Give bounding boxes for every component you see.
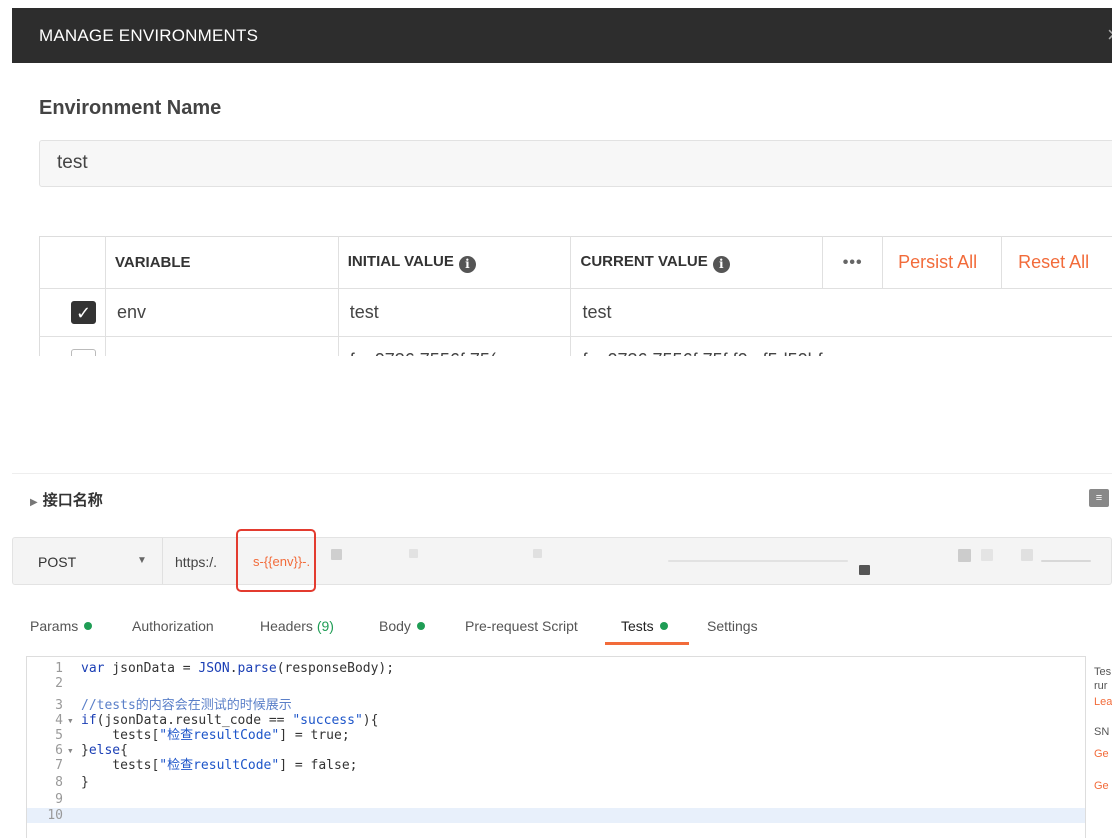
table-row: f ...0736 7556f 75( f ...0736 7556f 75f … — [39, 336, 1112, 356]
row-checkbox-cell — [39, 336, 106, 356]
request-tabs: Params Authorization Headers (9) Body Pr… — [12, 612, 1112, 646]
environment-name-input[interactable]: test — [39, 140, 1112, 187]
redacted-fragment — [533, 549, 542, 558]
snippets-side-panel: Tes rur Lea SN Ge Ge — [1094, 666, 1112, 792]
fold-icon[interactable]: ▾ — [67, 713, 81, 728]
row-checkbox-checked[interactable]: ✓ — [71, 301, 96, 324]
highlight-annotation — [236, 529, 316, 592]
row-checkbox-cell: ✓ — [39, 288, 106, 337]
caret-right-icon[interactable]: ▶ — [30, 497, 38, 508]
variables-table-wrapper: VARIABLE INITIAL VALUE i CURRENT VALUE i •… — [39, 236, 1112, 356]
active-tab-indicator — [605, 642, 689, 645]
tab-body[interactable]: Body — [379, 618, 425, 634]
variable-cell[interactable]: env — [105, 288, 339, 337]
initial-value-cell[interactable]: test — [338, 288, 572, 337]
code-line: 9 — [55, 792, 63, 807]
redacted-fragment — [1041, 560, 1091, 562]
method-select[interactable]: POST ▼ — [13, 538, 163, 584]
code-line: 7 tests["检查resultCode"] = false; — [55, 758, 358, 773]
code-line: 8 } — [55, 775, 89, 790]
code-line: 5 tests["检查resultCode"] = true; — [55, 728, 350, 743]
status-dot — [84, 622, 93, 630]
table-header-row: VARIABLE INITIAL VALUE i CURRENT VALUE i •… — [39, 236, 1112, 289]
url-bar: POST ▼ https:/. s-{{env}}-. — [12, 537, 1112, 585]
tab-headers[interactable]: Headers (9) — [260, 618, 334, 634]
reset-all-button[interactable]: Reset All — [1001, 236, 1112, 289]
tab-pre-request-script[interactable]: Pre-request Script — [465, 618, 578, 634]
more-options-button[interactable]: ••• — [822, 236, 884, 289]
initial-value-cell[interactable]: f ...0736 7556f 75( — [338, 336, 572, 356]
tab-authorization[interactable]: Authorization — [132, 618, 214, 634]
current-value-cell[interactable]: f ...0736 7556f 75f f0...f5d50bf — [570, 336, 1112, 356]
row-checkbox[interactable] — [71, 349, 96, 356]
redacted-fragment — [958, 549, 971, 562]
redacted-fragment — [331, 549, 342, 560]
tab-settings[interactable]: Settings — [707, 618, 758, 634]
request-name[interactable]: ▶ 接口名称 — [30, 489, 103, 510]
code-line: 2 — [55, 676, 63, 691]
tab-tests[interactable]: Tests — [621, 618, 668, 634]
variable-column-header: VARIABLE — [105, 236, 339, 289]
table-row: ✓ env test test — [39, 288, 1112, 337]
url-prefix[interactable]: https:/. — [175, 554, 217, 570]
info-icon[interactable]: i — [458, 255, 476, 273]
modal-header: MANAGE ENVIRONMENTS × — [12, 8, 1112, 63]
code-line: 4 ▾ if(jsonData.result_code == "success"){ — [55, 713, 379, 728]
redacted-fragment — [409, 549, 418, 558]
comment-icon[interactable]: ≡ — [1089, 489, 1109, 507]
chevron-down-icon: ▼ — [137, 555, 147, 566]
tab-params[interactable]: Params — [30, 618, 93, 634]
code-line: 3 //tests的内容会在测试的时候展示 — [55, 698, 292, 713]
request-tab-strip — [12, 462, 1112, 474]
checkbox-column-header — [39, 236, 106, 289]
code-editor[interactable]: 1 var jsonData = JSON.parse(responseBody… — [26, 656, 1086, 838]
environment-name-label: Environment Name — [39, 97, 222, 119]
redacted-fragment — [859, 565, 870, 575]
variable-cell[interactable] — [105, 336, 339, 356]
code-line: 1 var jsonData = JSON.parse(responseBody… — [55, 661, 395, 676]
persist-all-button[interactable]: Persist All — [882, 236, 1003, 289]
redacted-fragment — [668, 560, 848, 562]
current-value-cell[interactable]: test — [570, 288, 1112, 337]
info-icon[interactable]: i — [712, 255, 730, 273]
modal-title: MANAGE ENVIRONMENTS — [39, 25, 259, 45]
redacted-fragment — [981, 549, 993, 561]
fold-icon[interactable]: ▾ — [67, 743, 81, 758]
code-line-active: 10 — [27, 808, 1085, 823]
initial-value-column-header: INITIAL VALUE i — [338, 236, 572, 289]
status-dot — [416, 622, 425, 630]
status-dot — [659, 622, 668, 630]
code-line: 6 ▾}else{ — [55, 743, 128, 758]
redacted-fragment — [1021, 549, 1033, 561]
variables-table: VARIABLE INITIAL VALUE i CURRENT VALUE i •… — [39, 236, 1112, 356]
close-icon[interactable]: × — [1107, 22, 1112, 48]
current-value-column-header: CURRENT VALUE i — [570, 236, 824, 289]
